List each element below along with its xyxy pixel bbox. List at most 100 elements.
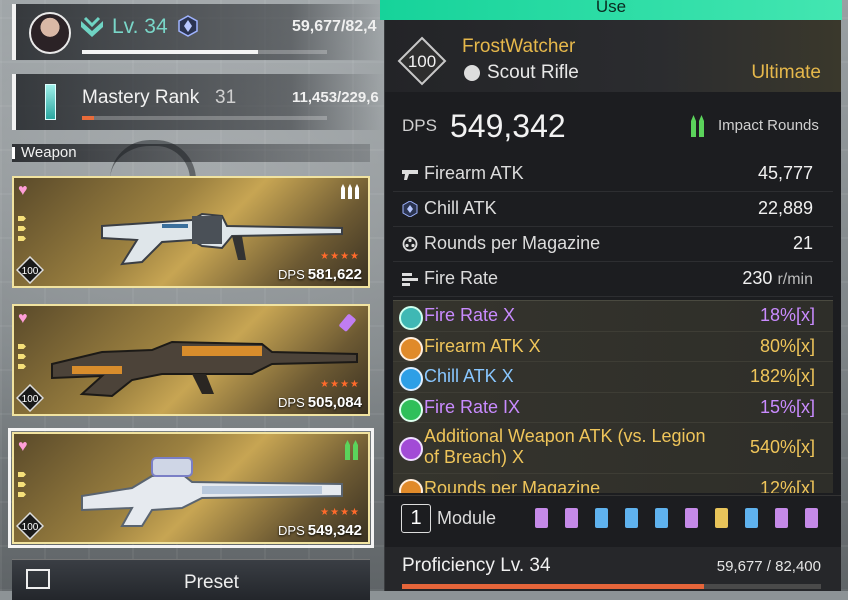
dps-label: DPS [402,116,437,135]
bar-edge [12,74,16,130]
preset-icon [26,569,50,589]
stat-unit: r/min [777,271,813,288]
weapon-dps: DPS 505,084 [278,394,362,411]
stat-value: 45,777 [757,163,813,183]
weapon-level-badge-icon: 100 [16,256,44,284]
module-chill-atk-icon [399,367,423,391]
player-level-bar: Lv. 34 59,677/82,4 [12,4,384,60]
module-effect: Firearm ATK X 80%[x] [393,331,833,362]
weapon-card[interactable]: ♥ ★★★★ 100 DPS 581,622 [12,176,370,288]
weapon-level-badge-icon: 100 [16,384,44,412]
proficiency-xp: 59,677 / 82,400 [716,558,821,575]
player-xp-progress [82,50,327,54]
weapon-image [81,457,343,527]
dps-value: 505,084 [307,394,362,411]
detail-level: 100 [408,52,436,71]
module-value: 18%[x] [759,305,815,325]
mastery-rank-value: 31 [215,87,237,108]
module-fire-rate-icon [399,397,423,422]
module-value: 182%[x] [749,366,815,386]
module-value: 15%[x] [759,396,815,417]
module-slot [685,508,698,528]
module-effect: Fire Rate IX 15%[x] [393,392,833,423]
weapon-level: 100 [22,394,39,405]
player-level: Lv. 34 [112,15,168,38]
module-slot [595,508,608,528]
module-slot [775,508,788,528]
module-slot [745,508,758,528]
section-pip [12,147,15,159]
dps-value: 549,342 [450,108,566,144]
rarity-stars: ★★★★ [320,379,360,390]
weapon-card[interactable]: ♥ ★★★★ 100 DPS 505,084 [12,304,370,416]
rarity-stars: ★★★★ [320,251,360,262]
stat-name: Fire Rate [424,268,499,288]
rarity-stars: ★★★★ [320,507,360,518]
dps-label: DPS [278,267,305,282]
weapon-dps: DPS 581,622 [278,266,362,283]
module-summary[interactable]: 1 Module [385,495,841,540]
preset-button[interactable]: Preset [12,559,370,600]
weapon-level-diamond-icon: 100 [397,36,447,86]
module-effect: Rounds per Magazine 12%[x] [393,474,833,493]
use-label: Use [595,0,627,16]
dps-label: DPS [278,523,305,538]
favorite-heart-icon[interactable]: ♥ [18,310,28,328]
weapon-name: FrostWatcher [462,36,576,57]
grade-ticks [18,344,26,374]
favorite-heart-icon[interactable]: ♥ [18,182,28,200]
section-title: Weapon [21,144,77,161]
module-effects-list[interactable]: Fire Rate X 18%[x] Firearm ATK X 80%[x] … [393,300,833,493]
weapon-type: Scout Rifle [487,62,579,83]
module-additional-atk-icon [399,437,423,461]
module-slot [655,508,668,528]
module-name: Fire Rate X [424,305,516,325]
fire-rate-icon [402,273,418,286]
impact-rounds-icon [691,115,704,137]
stat-row: Fire Rate 230 r/min [393,262,833,297]
dps-value: 549,342 [307,522,362,539]
weapon-level: 100 [22,266,39,277]
mastery-rank-bar: Mastery Rank 31 11,453/229,6 [12,74,384,130]
module-name: Chill ATK X [424,366,514,386]
use-button[interactable]: Use [380,0,842,20]
ammo-type: Impact Rounds [718,117,819,134]
module-slot [535,508,548,528]
module-effect: Chill ATK X 182%[x] [393,362,833,393]
stat-name: Chill ATK [424,198,497,218]
stat-value: 230 r/min [742,268,813,289]
module-value: 12%[x] [759,478,815,493]
module-firearm-atk-icon [399,336,423,361]
module-magazine-icon [399,479,423,493]
weapon-detail-header: 100 FrostWatcher Scout Rifle Ultimate [385,20,841,92]
module-slot [805,508,818,528]
module-effect: Fire Rate X 18%[x] [393,301,833,332]
stat-value: 21 [792,233,813,253]
player-avatar[interactable] [29,12,71,54]
mastery-xp-progress [82,116,327,120]
mastery-rank-label: Mastery Rank [82,87,200,108]
weapon-level: 100 [22,522,39,533]
module-value: 80%[x] [759,335,815,356]
module-slot [715,508,728,528]
chill-badge-icon [178,15,198,37]
weapon-card-selected[interactable]: ♥ ★★★★ 100 DPS 549,342 [8,428,374,548]
magazine-icon [402,236,418,252]
mastery-rank-icon [45,84,56,120]
grade-ticks [18,216,26,246]
module-name: Rounds per Magazine [424,478,601,493]
stat-row: Firearm ATK 45,777 [393,157,833,192]
module-label: Module [437,508,497,528]
weapon-stats: Firearm ATK 45,777 Chill ATK 22,889 Roun… [393,157,833,297]
gun-icon [402,170,418,180]
chill-icon [402,201,418,217]
weapon-rarity: Ultimate [751,62,821,83]
dps-value: 581,622 [307,266,362,283]
favorite-heart-icon[interactable]: ♥ [18,438,28,456]
module-name: Fire Rate IX [424,396,521,417]
mastery-xp-fill [82,116,95,120]
player-xp: 59,677/82,4 [292,18,377,35]
weapon-image [101,212,343,266]
module-value: 540%[x] [749,437,815,457]
weapon-level-badge-icon: 100 [16,512,44,540]
